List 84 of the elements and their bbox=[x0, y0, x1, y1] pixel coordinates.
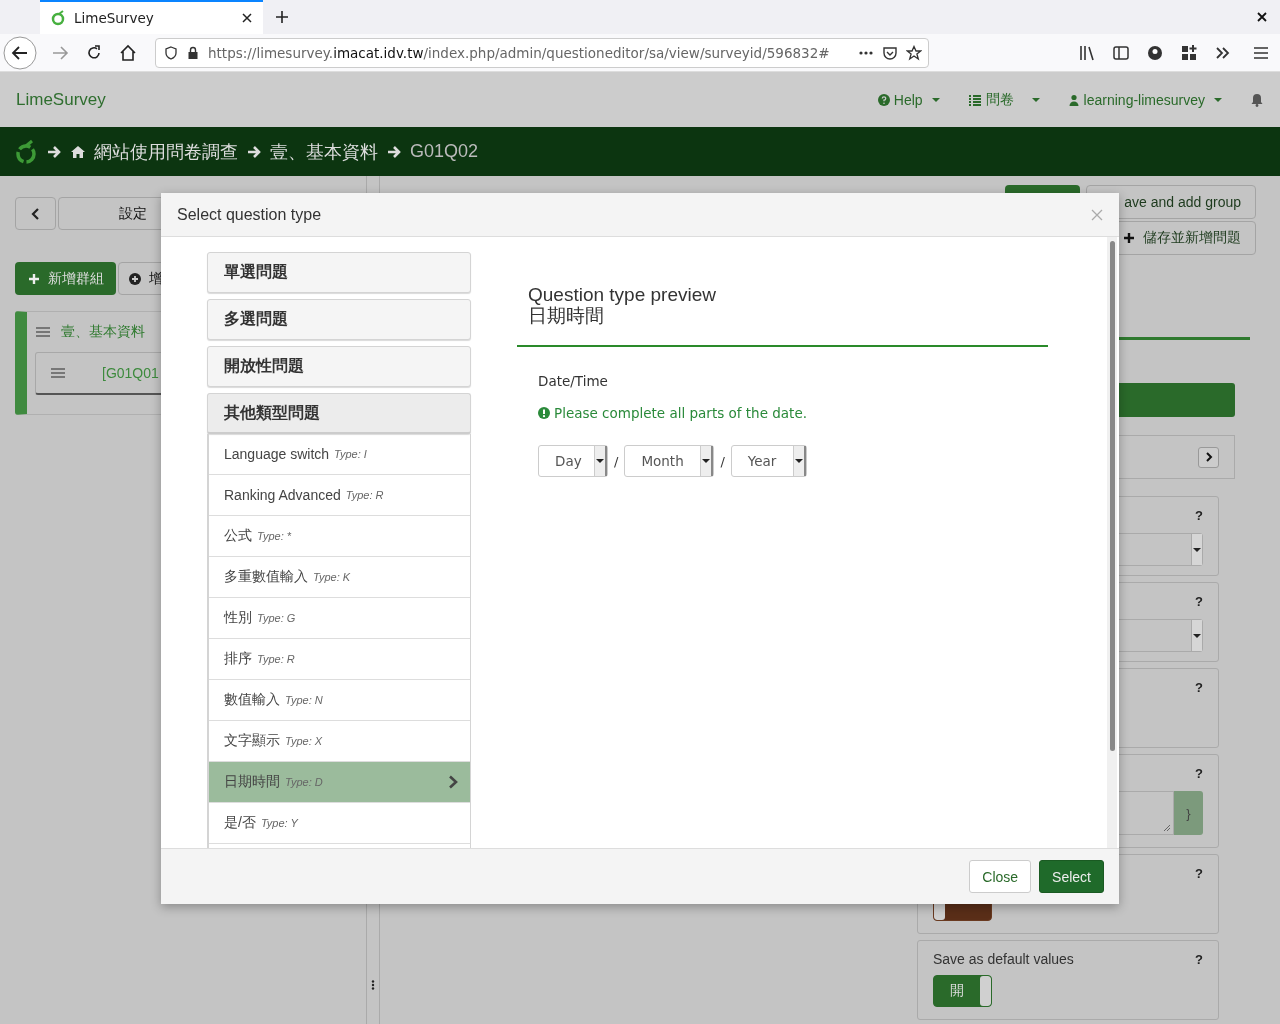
validation-message: Please complete all parts of the date. bbox=[554, 405, 807, 421]
toggle-switch[interactable]: 開 bbox=[933, 975, 992, 1007]
surveys-menu[interactable]: 問卷 bbox=[967, 90, 1014, 109]
close-icon[interactable] bbox=[241, 12, 253, 24]
question-type-item[interactable]: Ranking Advanced Type: R bbox=[209, 475, 470, 516]
star-icon[interactable] bbox=[906, 44, 922, 61]
category-button[interactable]: 其他類型問題 bbox=[207, 393, 471, 434]
lime-logo-icon[interactable] bbox=[14, 138, 38, 165]
question-type-item[interactable]: 性別 Type: G bbox=[209, 598, 470, 639]
help-icon[interactable]: ? bbox=[1195, 865, 1203, 881]
question-type-item[interactable]: Language switch Type: I bbox=[209, 434, 470, 475]
drag-handle-icon[interactable] bbox=[35, 324, 51, 340]
brand-link[interactable]: LimeSurvey bbox=[16, 89, 106, 110]
address-bar[interactable]: https://limesurvey.imacat.idv.tw/index.php/admin/questioneditor/sa/view/surveyid/596832# bbox=[155, 37, 929, 68]
lock-icon bbox=[186, 45, 200, 60]
resize-handle-icon[interactable] bbox=[371, 980, 375, 990]
chevron-right-icon bbox=[448, 775, 458, 789]
plus-icon bbox=[28, 272, 40, 285]
reload-icon[interactable] bbox=[85, 43, 103, 62]
warning-icon bbox=[538, 407, 550, 419]
question-type-item[interactable]: 公式 Type: * bbox=[209, 516, 470, 557]
extensions-icon[interactable] bbox=[1180, 43, 1198, 62]
preview-heading: Question type preview bbox=[527, 284, 717, 305]
home-icon[interactable] bbox=[119, 43, 137, 62]
date-select[interactable]: Month bbox=[624, 445, 715, 477]
shield-icon bbox=[164, 45, 178, 60]
arrow-icon bbox=[46, 143, 62, 160]
question-type-item[interactable]: 是/否 Type: Y bbox=[209, 803, 470, 844]
pocket-icon[interactable] bbox=[882, 44, 898, 61]
breadcrumb-link[interactable]: 網站使用問卷調查 bbox=[94, 139, 238, 164]
bell-icon[interactable] bbox=[1250, 92, 1264, 107]
breadcrumb-link[interactable]: 壹、基本資料 bbox=[270, 139, 378, 164]
scrollbar[interactable] bbox=[1107, 237, 1117, 848]
help-icon[interactable]: ? bbox=[1195, 951, 1203, 967]
category-button[interactable]: 多選問題 bbox=[207, 299, 471, 340]
browser-tab[interactable]: LimeSurvey bbox=[40, 0, 263, 34]
question-type-item[interactable]: 日期時間 Type: D bbox=[209, 762, 470, 803]
user-menu[interactable]: learning-limesurvey bbox=[1067, 91, 1222, 108]
close-icon[interactable] bbox=[1256, 11, 1268, 23]
question-type-item[interactable]: 數值輸入 Type: N bbox=[209, 680, 470, 721]
date-select[interactable]: Day bbox=[538, 445, 608, 477]
category-button[interactable]: 開放性問題 bbox=[207, 346, 471, 387]
help-icon[interactable]: ? bbox=[1195, 507, 1203, 523]
help-icon[interactable]: ? bbox=[1195, 765, 1203, 781]
plus-icon bbox=[1123, 232, 1135, 244]
arrow-icon bbox=[246, 143, 262, 160]
arrow-icon bbox=[386, 143, 402, 160]
date-select[interactable]: Year bbox=[730, 445, 807, 477]
back-icon[interactable] bbox=[3, 35, 37, 70]
chevron-right-icon bbox=[1203, 452, 1214, 462]
help-icon[interactable]: ? bbox=[1195, 679, 1203, 695]
account-icon[interactable] bbox=[1146, 43, 1164, 62]
chevron-left-icon bbox=[29, 207, 42, 220]
add-group-button[interactable]: 新增群組 bbox=[15, 262, 116, 295]
date-separator: / bbox=[614, 453, 619, 469]
caret-icon[interactable] bbox=[1031, 97, 1040, 102]
question-text: Date/Time bbox=[538, 373, 609, 389]
new-tab-icon[interactable] bbox=[275, 10, 289, 24]
category-button[interactable]: 單選問題 bbox=[207, 252, 471, 293]
library-icon[interactable] bbox=[1078, 43, 1096, 62]
user-icon bbox=[1067, 93, 1080, 106]
forward-icon[interactable] bbox=[51, 43, 69, 62]
question-type-item[interactable]: 排序 Type: R bbox=[209, 639, 470, 680]
help-icon bbox=[877, 93, 890, 106]
expand-button[interactable] bbox=[1198, 446, 1219, 468]
setting-label: Save as default values bbox=[933, 951, 1074, 967]
list-icon bbox=[967, 92, 982, 107]
plus-circle-icon bbox=[129, 272, 141, 285]
lime-logo-icon bbox=[50, 10, 66, 26]
close-button[interactable]: Close bbox=[969, 860, 1032, 893]
resize-grip-icon[interactable] bbox=[1163, 824, 1171, 832]
preview-type-name: 日期時間 bbox=[527, 305, 605, 326]
breadcrumb-link[interactable]: G01Q02 bbox=[410, 141, 479, 162]
dialog-title: Select question type bbox=[177, 205, 322, 224]
back-button[interactable] bbox=[15, 197, 56, 230]
date-separator: / bbox=[720, 453, 725, 469]
home-icon bbox=[70, 143, 86, 160]
sidebar-icon[interactable] bbox=[1112, 43, 1130, 62]
help-icon[interactable]: ? bbox=[1195, 593, 1203, 609]
tab-title: LimeSurvey bbox=[74, 10, 155, 26]
select-button[interactable]: Select bbox=[1039, 860, 1104, 893]
question-type-item[interactable]: 多重數值輸入 Type: K bbox=[209, 557, 470, 598]
drag-handle-icon bbox=[50, 365, 66, 381]
help-menu[interactable]: Help bbox=[877, 91, 940, 108]
